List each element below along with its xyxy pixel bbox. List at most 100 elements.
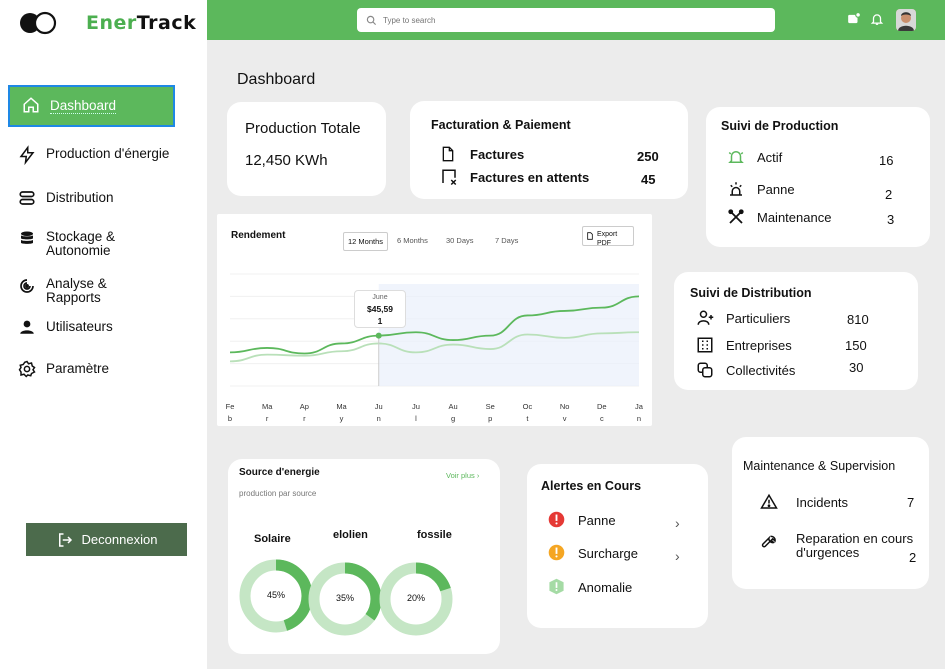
billing-row-label: Factures en attents [470,169,590,185]
production-row-value: 16 [879,153,894,168]
sidebar-item-settings[interactable]: Paramètre [18,360,109,380]
production-total-value: 12,450 KWh [245,152,328,169]
distribution-row-companies[interactable]: Entreprises [696,336,792,354]
sidebar-item-analytics[interactable]: Analyse & Rapports [18,275,107,305]
maintenance-row-label: Incidents [796,494,849,510]
sidebar-item-label: Distribution [46,190,114,205]
maintenance-title: Maintenance & Supervision [743,459,896,473]
distribution-row-individuals[interactable]: Particuliers [696,309,790,327]
chart-highlight-point[interactable] [375,332,382,339]
x-tick-label: Ju l [411,402,420,423]
chart-grid [230,273,639,387]
tab-7-days[interactable]: 7 Days [491,232,522,249]
distribution-row-value: 810 [847,312,869,327]
tab-6-months[interactable]: 6 Months [393,232,432,249]
distribution-row-label: Collectivités [726,362,796,378]
billing-row-value: 250 [637,149,659,164]
x-tick-label: Fe b [225,402,235,423]
production-tracking-title: Suivi de Production [721,119,839,133]
maintenance-row-incidents[interactable]: Incidents [760,493,848,511]
database-icon [18,230,38,250]
production-row-value: 3 [887,212,895,227]
x-tick-label: Oc t [522,402,533,423]
tooltip-value: $45,591 [367,304,393,326]
logo-icon [18,9,62,37]
warning-circle-icon [548,544,566,562]
logout-label: Deconnexion [81,532,158,547]
billing-row-pending[interactable]: Factures en attents [440,168,589,186]
gear-icon [18,360,38,380]
production-row-active[interactable]: Actif [727,148,782,166]
search-icon [366,15,377,26]
production-row-breakdown[interactable]: Panne [727,180,795,198]
maintenance-row-label: Reparation en cours d'urgences [796,531,914,560]
sidebar: EnerTrack Dashboard Production d'énergie… [0,0,207,669]
notification-bell-icon[interactable] [870,12,886,28]
tools-icon [727,208,745,226]
alarm-icon [727,180,745,198]
energy-source-subtitle: production par source [239,489,317,498]
distribution-row-communities[interactable]: Collectivités [696,361,795,379]
billing-row-invoices[interactable]: Factures [440,145,524,163]
chevron-right-icon[interactable]: › [675,548,680,564]
tab-30-days[interactable]: 30 Days [442,232,478,249]
distribution-row-value: 150 [845,338,867,353]
donut-value: 35% [335,593,354,603]
x-tick-label: Ju n [374,402,383,423]
chevron-right-icon[interactable]: › [675,515,680,531]
search-box[interactable] [357,8,775,32]
energy-source-card: Source d'energie production par source V… [228,459,500,654]
sidebar-item-label: Paramètre [46,361,110,376]
home-icon [22,96,42,116]
logout-icon [56,531,74,549]
sidebar-item-label: Analyse & Rapports [46,276,107,305]
alert-item-breakdown[interactable]: Panne [548,511,616,529]
sidebar-item-label: Production d'énergie [46,146,170,161]
see-more-link[interactable]: Voir plus › [446,471,479,480]
alert-item-overload[interactable]: Surcharge [548,544,638,562]
maintenance-row-value: 2 [909,550,917,565]
alert-item-anomaly[interactable]: Anomalie [548,578,632,596]
group-icon [696,361,714,379]
export-label: Export PDF [597,231,618,247]
yield-chart-card: Rendement 12 Months 6 Months 30 Days 7 D… [217,214,652,426]
sidebar-item-production[interactable]: Production d'énergie [18,145,169,165]
tooltip-month: June [372,294,388,301]
distribution-row-value: 30 [849,360,864,375]
x-tick-label: Ap r [299,402,309,423]
distribution-row-label: Particuliers [726,310,791,326]
warning-icon [760,493,778,511]
maintenance-card: Maintenance & Supervision Incidents 7 Re… [732,437,929,589]
messages-icon[interactable] [847,12,863,28]
building-icon [696,336,714,354]
brand-part-1: Ener [86,12,137,34]
sidebar-item-users[interactable]: Utilisateurs [18,318,113,338]
sidebar-item-dashboard[interactable]: Dashboard [8,85,175,127]
x-tick-label: Ma r [261,402,273,423]
export-pdf-button[interactable]: Export PDF [582,226,634,247]
user-icon [18,318,38,338]
brand-name: EnerTrack [86,12,196,34]
distribution-title: Suivi de Distribution [690,286,812,300]
billing-card: Facturation & Paiement Factures 250 Fact… [410,101,688,199]
maintenance-row-value: 7 [907,495,915,510]
maintenance-row-repairs[interactable]: Reparation en cours d'urgences [760,532,913,560]
sidebar-item-storage[interactable]: Stockage & Autonomie [18,228,115,258]
sidebar-item-distribution[interactable]: Distribution [18,189,114,209]
production-tracking-card: Suivi de Production Actif 16 Panne 2 Mai… [706,107,930,247]
alert-label: Panne [578,512,616,528]
billing-title: Facturation & Paiement [431,118,571,132]
production-row-maintenance[interactable]: Maintenance [727,208,831,226]
brand-part-2: Track [136,12,197,34]
chart-series-line-primary [229,295,640,355]
server-icon [18,189,38,209]
chart-series-line-secondary [229,331,640,363]
anomaly-icon [548,578,566,596]
alerts-card: Alertes en Cours Panne › Surcharge › Ano… [527,464,708,628]
distribution-row-label: Entreprises [726,337,792,353]
logout-button[interactable]: Deconnexion [26,523,187,556]
error-icon [548,511,566,529]
search-input[interactable] [383,15,743,25]
avatar[interactable] [896,9,916,31]
tab-12-months[interactable]: 12 Months [343,232,389,251]
